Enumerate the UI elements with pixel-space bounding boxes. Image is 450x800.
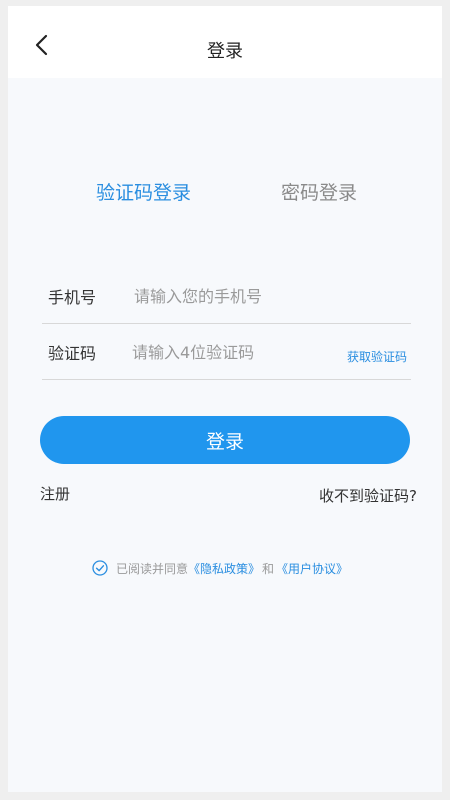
privacy-policy-link[interactable]: 《隐私政策》 [188, 560, 260, 577]
no-code-link[interactable]: 收不到验证码? [319, 485, 417, 506]
tab-password-login[interactable]: 密码登录 [281, 178, 357, 205]
code-label: 验证码 [48, 344, 97, 363]
phone-field-row: 手机号 [42, 272, 411, 324]
login-button[interactable]: 登录 [40, 416, 410, 464]
login-screen: 登录 验证码登录 密码登录 手机号 验证码 获取验证码 登录 注册 收不到验证码… [8, 6, 442, 792]
tab-sms-login[interactable]: 验证码登录 [96, 178, 191, 205]
code-field-row: 验证码 获取验证码 [42, 328, 411, 380]
top-bar: 登录 [8, 6, 442, 78]
agreement-prefix: 已阅读并同意 [116, 561, 189, 576]
phone-input[interactable] [134, 280, 404, 312]
check-circle-icon[interactable] [92, 560, 108, 576]
phone-label: 手机号 [48, 288, 97, 307]
verification-code-input[interactable] [132, 336, 332, 368]
get-code-button[interactable]: 获取验证码 [347, 348, 407, 365]
user-agreement-link[interactable]: 《用户协议》 [276, 560, 348, 577]
agreement-and: 和 [262, 561, 275, 576]
register-link[interactable]: 注册 [40, 483, 70, 504]
page-title: 登录 [207, 41, 243, 62]
login-method-tabs: 验证码登录 密码登录 [8, 178, 442, 218]
agreement-row: 已阅读并同意 《隐私政策》 和 《用户协议》 [92, 558, 348, 578]
